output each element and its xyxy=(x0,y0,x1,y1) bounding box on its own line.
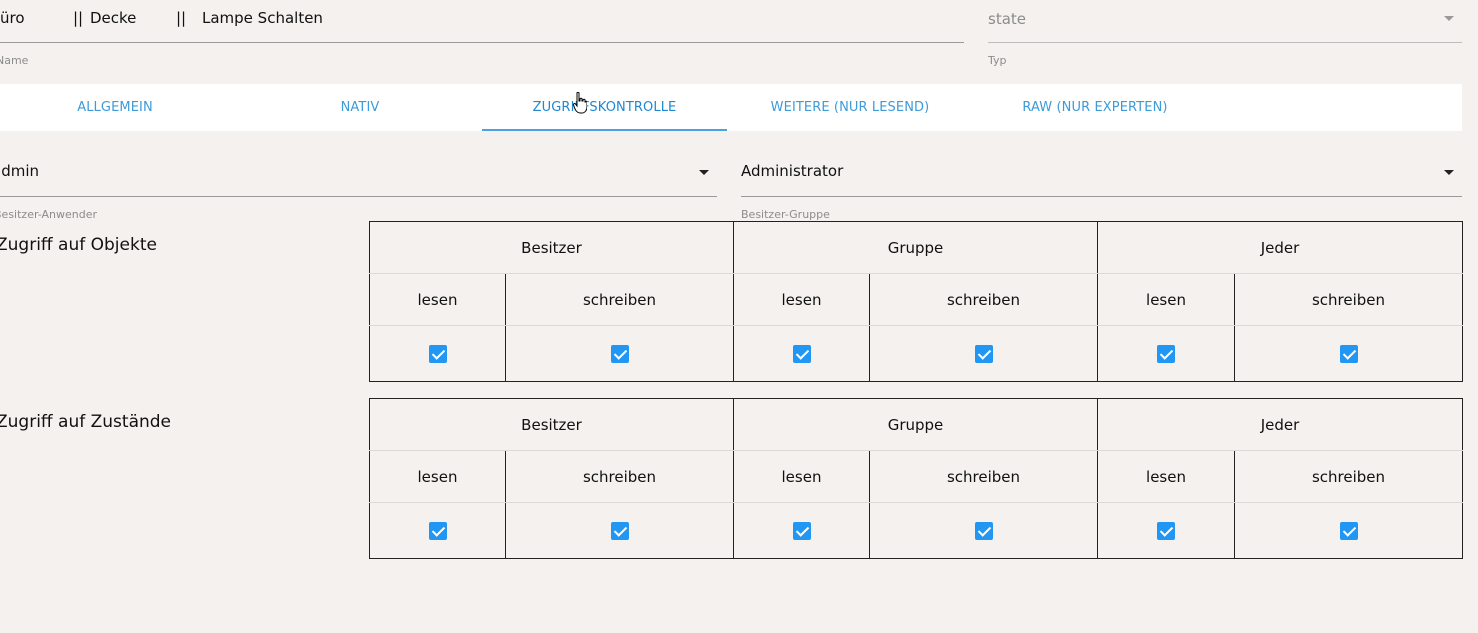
tab-active-indicator xyxy=(482,129,727,131)
permissions-table-objects: Besitzer Gruppe Jeder lesen schreiben le… xyxy=(369,221,1464,382)
name-helper-text: Name xyxy=(0,54,29,67)
checkbox-cell xyxy=(1097,325,1235,382)
checkbox-cell xyxy=(505,325,734,382)
type-select-value: state xyxy=(988,10,1026,28)
checkbox-cell xyxy=(370,326,506,382)
permissions-table-states: Besitzer Gruppe Jeder lesen schreiben le… xyxy=(369,398,1464,559)
checkbox-checked-icon[interactable] xyxy=(1339,521,1358,540)
owner-group-underline xyxy=(741,196,1462,197)
owner-group-helper: Besitzer-Gruppe xyxy=(741,208,830,221)
checkbox-cell xyxy=(370,503,506,559)
checkbox-checked-icon[interactable] xyxy=(428,344,447,363)
checkbox-cell xyxy=(1234,502,1463,559)
checkbox-cell xyxy=(868,325,1098,382)
right-header-read: lesen xyxy=(369,273,506,326)
group-header-everyone: Jeder xyxy=(1097,221,1463,274)
name-segment-object: Lampe Schalten xyxy=(202,9,323,27)
right-header-read: lesen xyxy=(733,273,870,326)
checkbox-checked-icon[interactable] xyxy=(428,521,447,540)
right-header-read: lesen xyxy=(1097,450,1235,503)
group-header-group: Gruppe xyxy=(732,221,1098,274)
section-title-objects: Zugriff auf Objekte xyxy=(0,235,157,255)
tab-bar: ALLGEMEIN NATIV ZUGRIFFSKONTROLLE WEITER… xyxy=(0,84,1462,131)
tab-nativ[interactable]: NATIV xyxy=(240,84,480,131)
tab-raw[interactable]: RAW (NUR EXPERTEN) xyxy=(985,84,1205,131)
group-header-group: Gruppe xyxy=(732,398,1098,451)
right-header-read: lesen xyxy=(733,450,870,503)
name-separator: || xyxy=(176,9,187,27)
right-header-write: schreiben xyxy=(1234,450,1463,503)
right-header-write: schreiben xyxy=(1234,273,1463,326)
checkbox-checked-icon[interactable] xyxy=(792,344,811,363)
name-segment-function: Decke xyxy=(90,9,137,27)
checkbox-cell xyxy=(505,502,734,559)
type-select-underline xyxy=(988,42,1462,43)
chevron-down-icon[interactable] xyxy=(699,170,709,175)
owner-user-value: admin xyxy=(0,162,39,180)
name-segment-room: üro xyxy=(0,9,25,27)
checkbox-checked-icon[interactable] xyxy=(1157,521,1176,540)
group-header-everyone: Jeder xyxy=(1097,398,1463,451)
checkbox-checked-icon[interactable] xyxy=(974,344,993,363)
owner-user-helper: Besitzer-Anwender xyxy=(0,208,98,221)
chevron-down-icon[interactable] xyxy=(1444,170,1454,175)
checkbox-checked-icon[interactable] xyxy=(1157,344,1176,363)
right-header-write: schreiben xyxy=(868,273,1098,326)
right-header-read: lesen xyxy=(369,450,506,503)
checkbox-cell xyxy=(868,502,1098,559)
checkbox-checked-icon[interactable] xyxy=(610,521,629,540)
tab-allgemein[interactable]: ALLGEMEIN xyxy=(0,84,230,131)
checkbox-checked-icon[interactable] xyxy=(1339,344,1358,363)
right-header-write: schreiben xyxy=(868,450,1098,503)
checkbox-cell xyxy=(1234,325,1463,382)
checkbox-checked-icon[interactable] xyxy=(610,344,629,363)
right-header-write: schreiben xyxy=(505,450,734,503)
chevron-down-icon[interactable] xyxy=(1444,16,1454,21)
name-field-underline xyxy=(0,42,964,43)
checkbox-checked-icon[interactable] xyxy=(974,521,993,540)
type-helper-text: Typ xyxy=(988,54,1007,67)
checkbox-cell xyxy=(733,502,870,559)
checkbox-cell xyxy=(733,325,870,382)
tab-zugriffskontrolle[interactable]: ZUGRIFFSKONTROLLE xyxy=(482,84,727,131)
tab-weitere[interactable]: WEITERE (NUR LESEND) xyxy=(735,84,965,131)
hand-pointer-icon xyxy=(573,92,587,114)
checkbox-cell xyxy=(1097,502,1235,559)
right-header-write: schreiben xyxy=(505,273,734,326)
checkbox-checked-icon[interactable] xyxy=(792,521,811,540)
right-header-read: lesen xyxy=(1097,273,1235,326)
section-title-states: Zugriff auf Zustände xyxy=(0,412,172,432)
group-header-owner: Besitzer xyxy=(369,398,734,451)
owner-user-underline xyxy=(0,196,717,197)
group-header-owner: Besitzer xyxy=(369,221,734,274)
owner-group-value: Administrator xyxy=(741,162,844,180)
name-separator: || xyxy=(73,9,84,27)
